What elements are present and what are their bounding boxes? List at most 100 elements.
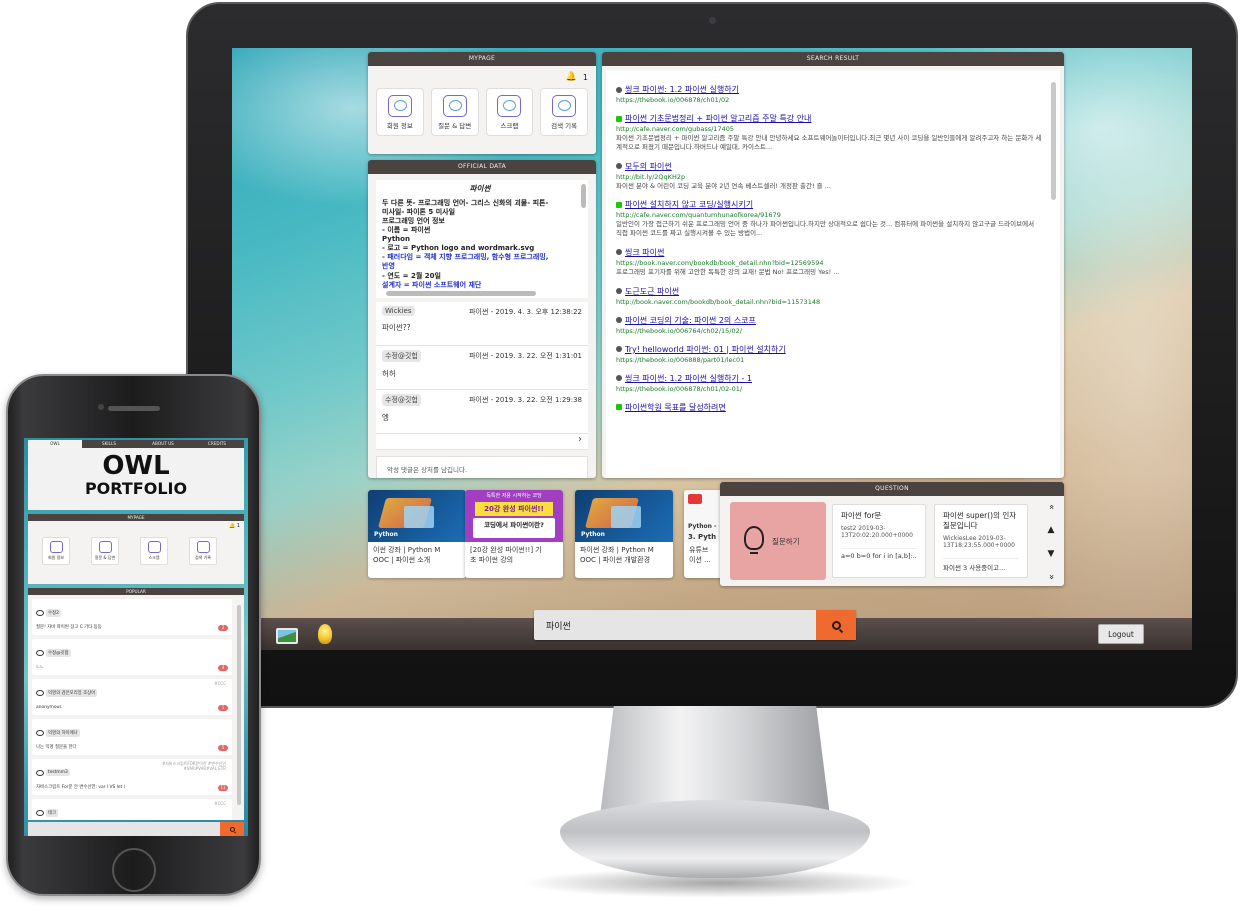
video-card[interactable]: Python 이썬 강좌 | Python M OOC | 파이썬 소개 bbox=[368, 490, 466, 578]
search-result-item: 파이썬학원 목표를 달성하려면 bbox=[616, 402, 1042, 413]
comment-item: 수정@깃헙 파이썬 - 2019. 3. 22. 오전 1:29:38 엥 bbox=[376, 390, 588, 434]
qna-button[interactable]: 질문 & 답변 bbox=[91, 537, 119, 565]
bell-icon[interactable]: 🔔 bbox=[229, 523, 235, 529]
result-title-link[interactable]: 씽크 파이썬: 1.2 파이썬 실행하기 - 1 bbox=[616, 373, 1042, 384]
comment-user[interactable]: 수정@깃헙 bbox=[382, 350, 421, 362]
video-card[interactable]: Python 파이썬 강좌 | Python M OOC | 파이썬 개발환경 bbox=[575, 490, 673, 578]
member-info-button[interactable]: 회원 정보 bbox=[376, 88, 424, 136]
notification-row[interactable]: 🔔 1 bbox=[368, 66, 596, 88]
popular-text: 나는 익명 질문을 한다 bbox=[36, 745, 77, 750]
result-url[interactable]: http://cafe.naver.com/gubass/17405 bbox=[616, 125, 1042, 133]
comment-next-arrow[interactable]: › bbox=[376, 434, 588, 450]
popular-item[interactable]: 익명의 하이에나 나는 익명 질문을 한다 5 bbox=[32, 719, 232, 755]
search-result-panel: SEARCH RESULT 씽크 파이썬: 1.2 파이썬 실행하기 https… bbox=[602, 52, 1064, 478]
result-url[interactable]: https://thebook.io/006878/ch01/02-01/ bbox=[616, 385, 1042, 393]
mypage-header: MYPAGE bbox=[368, 52, 596, 66]
double-down-icon[interactable]: » bbox=[1046, 574, 1056, 580]
up-arrow-icon[interactable]: ▲ bbox=[1048, 525, 1055, 535]
image-icon[interactable] bbox=[276, 628, 298, 644]
search-result-item: 씽크 파이썬: 1.2 파이썬 실행하기 https://thebook.io/… bbox=[616, 84, 1042, 104]
qna-label: 질문 & 답변 bbox=[94, 555, 116, 560]
video-card[interactable]: 독특한 저용 시작하는 코딩 20강 완성 파이썬!! 코딩에서 파이썬이란? … bbox=[465, 490, 563, 578]
phone-notification[interactable]: 🔔 1 bbox=[28, 521, 244, 531]
tab-skills[interactable]: SKILLS bbox=[82, 440, 136, 448]
popular-scrollbar[interactable] bbox=[237, 605, 241, 805]
down-arrow-icon[interactable]: ▼ bbox=[1048, 549, 1055, 559]
bell-icon[interactable]: 🔔 bbox=[566, 72, 577, 82]
comment-user[interactable]: 수정@깃헙 bbox=[382, 394, 421, 406]
result-title-link[interactable]: 씽크 파이썬: 1.2 파이썬 실행하기 bbox=[616, 84, 1042, 95]
official-data-line: 미사일- 파이톤 5 미사일 bbox=[382, 207, 456, 216]
search-bar: 파이썬 bbox=[534, 610, 856, 640]
search-input[interactable]: 파이썬 bbox=[546, 619, 571, 632]
result-title-link[interactable]: 모두의 파이썬 bbox=[616, 161, 1042, 172]
scrap-label: 스크랩 bbox=[148, 555, 160, 560]
phone-search-bar[interactable] bbox=[28, 822, 244, 836]
speech-bubble-icon bbox=[36, 729, 44, 736]
result-url[interactable]: https://thebook.io/006764/ch02/15/02/ bbox=[616, 327, 1042, 335]
logout-button[interactable]: Logout bbox=[1098, 624, 1144, 644]
phone-search-button[interactable] bbox=[220, 822, 244, 836]
official-data-header: OFFICIAL DATA bbox=[368, 160, 596, 174]
question-card[interactable]: 파이썬 super()의 인자 질문입니다 WickiesLee 2019-03… bbox=[934, 504, 1028, 578]
search-history-icon bbox=[196, 541, 210, 553]
comment-input[interactable]: 악성 댓글은 상처를 남깁니다. bbox=[376, 456, 588, 478]
tab-credits[interactable]: CREDITS bbox=[190, 440, 244, 448]
result-url[interactable]: http://bit.ly/2QqKH2p bbox=[616, 173, 1042, 181]
result-url[interactable]: http://book.naver.com/bookdb/book_detail… bbox=[616, 298, 1042, 306]
popular-item[interactable]: testmm3 #자바스크립트FOR문이란 #변수선언#VAR#VAR#VAL … bbox=[32, 759, 232, 795]
result-title-link[interactable]: 파이썬학원 목표를 달성하려면 bbox=[616, 402, 1042, 413]
official-data-hscroll[interactable] bbox=[386, 291, 536, 296]
comment-text: 파이썬?? bbox=[382, 323, 411, 332]
result-title-link[interactable]: 씽크 파이썬 bbox=[616, 247, 1042, 258]
ask-question-label: 질문하기 bbox=[772, 537, 800, 546]
official-data-panel: OFFICIAL DATA 파이썬 두 다른 뜻- 프로그래밍 언어- 그리스 … bbox=[368, 160, 596, 478]
web-icon bbox=[616, 249, 622, 256]
ask-question-button[interactable]: 질문하기 bbox=[730, 502, 826, 580]
tab-owl[interactable]: OWL bbox=[28, 440, 82, 448]
tab-about-us[interactable]: ABOUT US bbox=[136, 440, 190, 448]
result-title-link[interactable]: Try! helloworld 파이썬: 01 | 파이썬 설치하기 bbox=[616, 344, 1042, 355]
double-up-icon[interactable]: « bbox=[1046, 504, 1056, 510]
official-data-content: 파이썬 두 다른 뜻- 프로그래밍 언어- 그리스 신화의 괴물- 피톤- 미사… bbox=[376, 180, 588, 298]
search-icon bbox=[229, 826, 235, 832]
comment-count-badge: 11 bbox=[218, 785, 228, 791]
popular-tags: #CCC bbox=[214, 801, 226, 806]
speech-bubble-icon bbox=[36, 769, 44, 776]
popular-item[interactable]: 수정@깃헙 ㄴㄴ 4 bbox=[32, 639, 232, 675]
scrap-button[interactable]: 스크랩 bbox=[485, 88, 534, 136]
official-data-line: 반영 bbox=[382, 262, 395, 271]
result-title-link[interactable]: 파이썬 설치하지 않고 코딩/실행시키기 bbox=[616, 199, 1042, 210]
search-history-button[interactable]: 검색 기록 bbox=[540, 88, 588, 136]
popular-tags: #자바스크립트FOR문이란 #변수선언#VAR#VAR#VAL ETR bbox=[161, 761, 226, 771]
qna-label: 질문 & 답변 bbox=[438, 121, 472, 130]
comment-user[interactable]: Wickies bbox=[382, 306, 415, 316]
question-meta: test2 2019-03-13T20:02:20.000+0000 bbox=[841, 524, 913, 540]
result-url[interactable]: http://cafe.naver.com/quantumhunaofkorea… bbox=[616, 211, 1042, 219]
result-title-link[interactable]: 파이썬 코딩의 기술: 파이썬 2의 스코프 bbox=[616, 315, 1042, 326]
thumbnail-banner: 20강 완성 파이썬!! bbox=[475, 502, 553, 516]
result-url[interactable]: https://book.naver.com/bookdb/book_detai… bbox=[616, 259, 1042, 267]
popular-item[interactable]: 수정2 질문! 자바 파이썬 장고 C 기타 등등 2 bbox=[32, 599, 232, 635]
question-card[interactable]: 파이썬 for문 test2 2019-03-13T20:02:20.000+0… bbox=[832, 504, 926, 578]
search-history-button[interactable]: 검색 기록 bbox=[189, 537, 217, 565]
lightbulb-icon[interactable] bbox=[318, 624, 332, 644]
result-url[interactable]: https://thebook.io/006878/ch01/02 bbox=[616, 96, 1042, 104]
scrap-button[interactable]: 스크랩 bbox=[140, 537, 168, 565]
popular-item[interactable]: 테크 #CCC bbox=[32, 799, 232, 820]
qna-button[interactable]: 질문 & 답변 bbox=[430, 88, 479, 136]
result-title-link[interactable]: 파이썬 기초문법정리 + 파이썬 알고리즘 주말 특강 안내 bbox=[616, 113, 1042, 124]
phone-home-button bbox=[112, 848, 156, 892]
member-info-button[interactable]: 회원 정보 bbox=[42, 537, 70, 565]
desktop-screen: MYPAGE 🔔 1 회원 정보 질문 & 답변 스크랩 검색 기록 OFFIC… bbox=[232, 48, 1192, 650]
popular-item[interactable]: 익명의 검은모리앙 조상어 #CCC anonymous 1 bbox=[32, 679, 232, 715]
monitor-stand-base bbox=[560, 800, 870, 878]
search-result-scrollbar[interactable] bbox=[1051, 82, 1056, 200]
comment-item: Wickies 파이썬 - 2019. 4. 3. 오후 12:38:22 파이… bbox=[376, 302, 588, 346]
search-result-list: 씽크 파이썬: 1.2 파이썬 실행하기 https://thebook.io/… bbox=[606, 70, 1060, 478]
result-title-link[interactable]: 도근도근 파이썬 bbox=[616, 286, 1042, 297]
result-url[interactable]: https://thebook.io/006888/part01/lec01 bbox=[616, 356, 1042, 364]
official-data-vscroll[interactable] bbox=[581, 184, 586, 208]
question-nav: « ▲ ▼ » bbox=[1044, 502, 1058, 582]
search-button[interactable] bbox=[816, 610, 856, 640]
